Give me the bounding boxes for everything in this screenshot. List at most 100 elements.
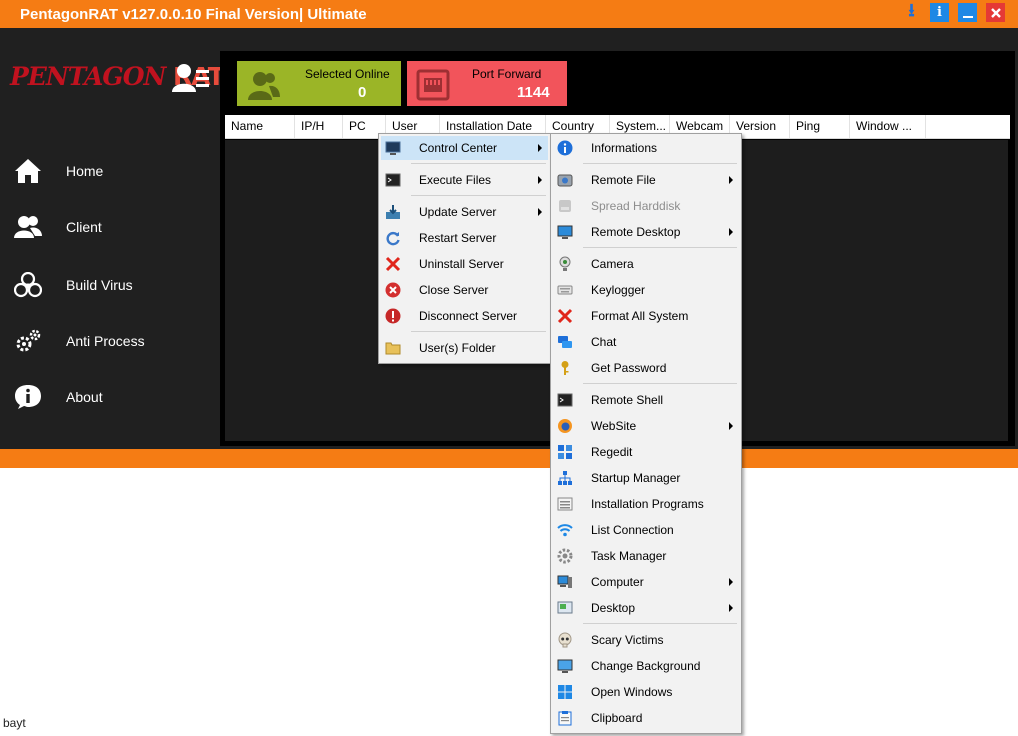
- menu-separator: [583, 247, 737, 248]
- menu-item-remote-file[interactable]: Remote File: [553, 168, 739, 192]
- menu-item-desktop[interactable]: Desktop: [553, 596, 739, 620]
- menu-item-label: Close Server: [419, 283, 489, 297]
- warning-circle-icon: [385, 308, 401, 324]
- menu-item-label: Control Center: [419, 141, 498, 155]
- menu-item-label: Restart Server: [419, 231, 497, 245]
- menu-item-label: Regedit: [591, 445, 633, 459]
- biohazard-icon: [14, 272, 42, 298]
- menu-item-label: Keylogger: [591, 283, 646, 297]
- minimize-button[interactable]: [958, 3, 977, 22]
- menu-item-execute-files[interactable]: Execute Files: [381, 168, 548, 192]
- sidebar-item-label: About: [66, 389, 103, 405]
- column-header-ip[interactable]: IP/H: [295, 115, 343, 138]
- menu-item-label: Desktop: [591, 601, 636, 615]
- window-title: PentagonRAT v127.0.0.10 Final Version| U…: [20, 6, 367, 23]
- submenu-arrow-icon: [729, 228, 733, 236]
- menu-separator: [583, 623, 737, 624]
- selected-online-label: Selected Online: [305, 67, 390, 81]
- user-list-icon[interactable]: [172, 62, 210, 94]
- menu-separator: [411, 163, 546, 164]
- sidebar-item-label: Client: [66, 219, 102, 235]
- menu-item-label: Chat: [591, 335, 617, 349]
- download-icon[interactable]: ⭳: [902, 0, 921, 22]
- menu-item-label: Open Windows: [591, 685, 673, 699]
- refresh-icon: [386, 231, 400, 246]
- key-icon: [561, 361, 569, 375]
- menu-item-uninstall-server[interactable]: Uninstall Server: [381, 252, 548, 276]
- menu-item-informations[interactable]: Informations: [553, 136, 739, 160]
- menu-item-installation-programs[interactable]: Installation Programs: [553, 492, 739, 516]
- disk-icon: [559, 200, 571, 212]
- menu-item-format-all-system[interactable]: Format All System: [553, 304, 739, 328]
- column-header-window[interactable]: Window ...: [850, 115, 926, 138]
- sidebar-item-build-virus[interactable]: Build Virus: [0, 262, 218, 308]
- menu-item-remote-desktop[interactable]: Remote Desktop: [553, 220, 739, 244]
- menu-item-spread-harddisk[interactable]: Spread Harddisk: [553, 194, 739, 218]
- menu-item-camera[interactable]: Camera: [553, 252, 739, 276]
- app-logo: PENTAGON RAT: [10, 62, 225, 102]
- menu-item-chat[interactable]: Chat: [553, 330, 739, 354]
- minimize-icon: [962, 15, 973, 18]
- program-list-icon: [557, 497, 573, 511]
- menu-item-restart-server[interactable]: Restart Server: [381, 226, 548, 250]
- menu-item-startup-manager[interactable]: Startup Manager: [553, 466, 739, 490]
- menu-item-website[interactable]: WebSite: [553, 414, 739, 438]
- download-box-icon: [386, 205, 400, 219]
- menu-item-list-connection[interactable]: List Connection: [553, 518, 739, 542]
- desktop-icon: [557, 601, 573, 614]
- info-button[interactable]: i: [930, 3, 949, 22]
- sidebar-item-about[interactable]: About: [0, 374, 218, 420]
- menu-item-regedit[interactable]: Regedit: [553, 440, 739, 464]
- menu-item-get-password[interactable]: Get Password: [553, 356, 739, 380]
- menu-item-label: Disconnect Server: [419, 309, 518, 323]
- close-circle-icon: [385, 282, 401, 298]
- users-icon: [248, 72, 280, 100]
- menu-item-label: Remote Shell: [591, 393, 664, 407]
- menu-item-change-background[interactable]: Change Background: [553, 654, 739, 678]
- submenu-arrow-icon: [729, 422, 733, 430]
- gears-icon: [16, 329, 41, 352]
- menu-item-label: Uninstall Server: [419, 257, 504, 271]
- menu-item-label: Clipboard: [591, 711, 643, 725]
- menu-item-remote-shell[interactable]: Remote Shell: [553, 388, 739, 412]
- menu-item-keylogger[interactable]: Keylogger: [553, 278, 739, 302]
- menu-item-users-folder[interactable]: User(s) Folder: [381, 336, 548, 360]
- menu-item-label: Execute Files: [419, 173, 492, 187]
- sidebar-item-anti-process[interactable]: Anti Process: [0, 318, 218, 364]
- menu-item-control-center[interactable]: Control Center: [381, 136, 548, 160]
- menu-item-label: Computer: [591, 575, 644, 589]
- menu-item-disconnect-server[interactable]: Disconnect Server: [381, 304, 548, 328]
- monitor-icon: [385, 141, 401, 155]
- menu-item-label: List Connection: [591, 523, 674, 537]
- info-icon: [15, 385, 41, 409]
- status-strip: [0, 449, 1018, 468]
- console-icon: [385, 173, 401, 187]
- column-header-name[interactable]: Name: [225, 115, 295, 138]
- port-forward-label: Port Forward: [472, 67, 542, 81]
- sidebar-item-client[interactable]: Client: [0, 204, 218, 250]
- submenu-arrow-icon: [538, 144, 542, 152]
- windows-logo-icon: [558, 685, 572, 699]
- sidebar-item-home[interactable]: Home: [0, 148, 218, 194]
- menu-separator: [411, 195, 546, 196]
- selected-online-value: 0: [358, 84, 367, 101]
- menu-item-scary-victims[interactable]: Scary Victims: [553, 628, 739, 652]
- folder-icon: [385, 342, 401, 355]
- registry-icon: [558, 445, 572, 459]
- menu-item-label: Change Background: [591, 659, 701, 673]
- menu-item-label: Task Manager: [591, 549, 667, 563]
- webcam-icon: [559, 256, 571, 271]
- menu-item-clipboard[interactable]: Clipboard: [553, 706, 739, 730]
- column-header-ping[interactable]: Ping: [790, 115, 850, 138]
- port-forward-tile: Port Forward 1144: [407, 61, 567, 106]
- close-button[interactable]: [986, 3, 1005, 22]
- menu-item-close-server[interactable]: Close Server: [381, 278, 548, 302]
- submenu-arrow-icon: [729, 578, 733, 586]
- menu-item-open-windows[interactable]: Open Windows: [553, 680, 739, 704]
- control-center-submenu: Informations Remote File Spread Harddisk…: [550, 133, 742, 734]
- menu-item-computer[interactable]: Computer: [553, 570, 739, 594]
- menu-item-task-manager[interactable]: Task Manager: [553, 544, 739, 568]
- hierarchy-icon: [558, 471, 572, 485]
- gear-icon: [557, 548, 573, 564]
- menu-item-update-server[interactable]: Update Server: [381, 200, 548, 224]
